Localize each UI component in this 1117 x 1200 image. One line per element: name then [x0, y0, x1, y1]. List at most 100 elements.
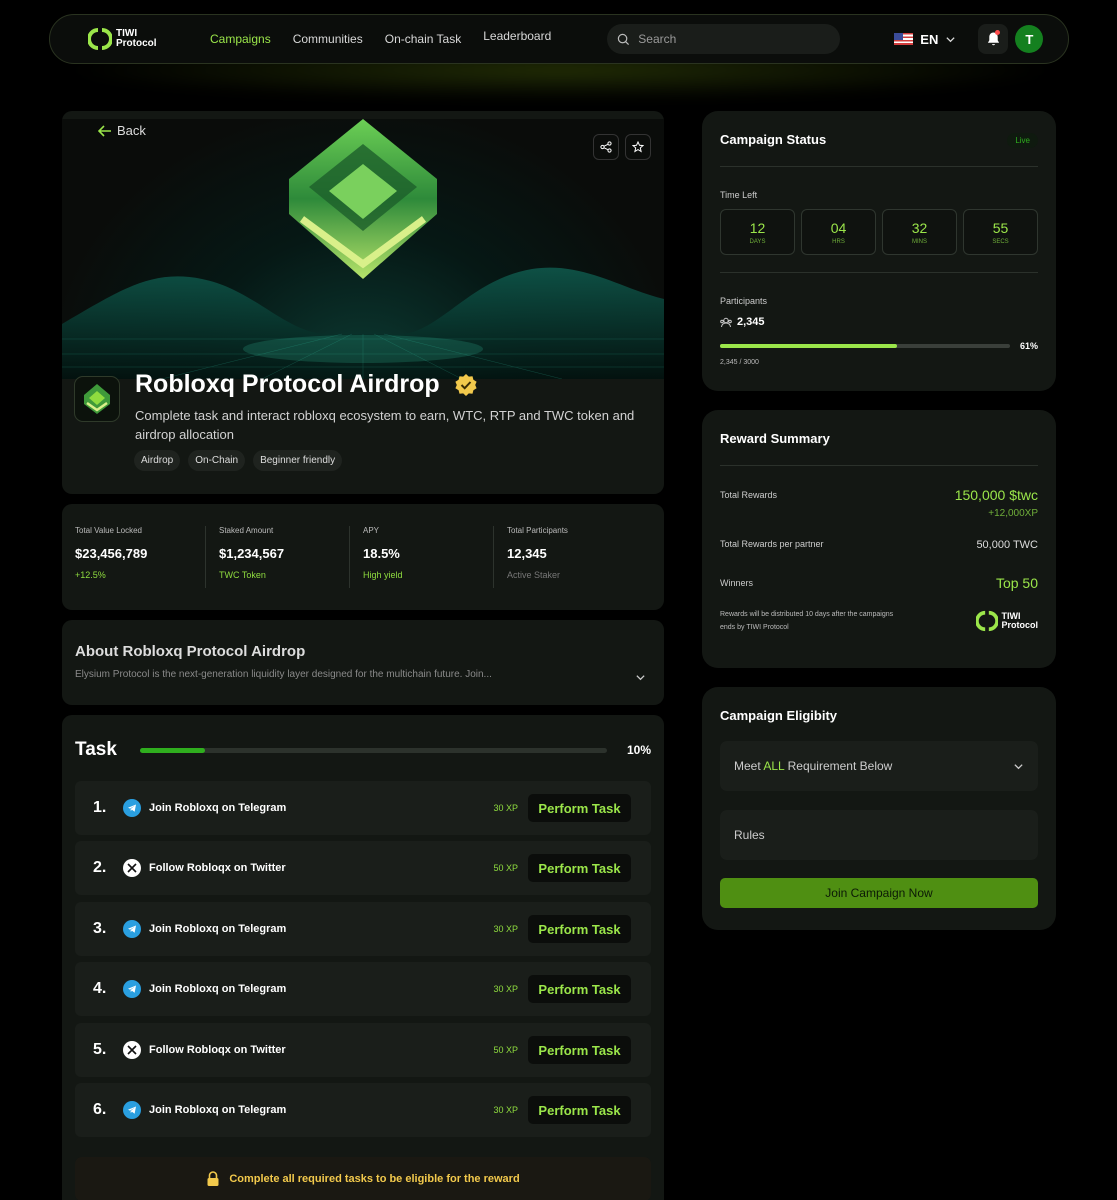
- logo-text: TIWI Protocol: [116, 29, 157, 49]
- tiwi-logo-icon: [87, 27, 113, 51]
- campaign-eligibility-card: Campaign Eligibity Meet ALL Requirement …: [702, 687, 1056, 930]
- about-text: Elysium Protocol is the next-generation …: [75, 669, 492, 680]
- perform-task-button[interactable]: Perform Task: [528, 975, 631, 1003]
- total-rewards-value: 150,000 $twc: [954, 487, 1038, 503]
- task-label: Join Robloxq on Telegram: [149, 983, 287, 995]
- rules-button[interactable]: Rules: [720, 810, 1038, 860]
- tag-beginner-friendly: Beginner friendly: [253, 450, 343, 471]
- nav-link-leaderboard[interactable]: Leaderboard: [483, 29, 551, 46]
- language-selector[interactable]: EN: [894, 32, 956, 47]
- task-label: Join Robloxq on Telegram: [149, 1104, 287, 1116]
- share-button[interactable]: [593, 134, 619, 160]
- telegram-icon: [123, 1101, 141, 1119]
- campaign-status-title: Campaign Status: [720, 132, 827, 147]
- total-rewards-values: 150,000 $twc +12,000XP: [955, 487, 1038, 519]
- partner-rewards-row: Total Rewards per partner 50,000 TWC: [720, 539, 1038, 551]
- task-number: 5.: [93, 1041, 107, 1058]
- arrow-left-icon: [98, 124, 111, 137]
- nav-link-onchain-task[interactable]: On-chain Task: [385, 32, 461, 46]
- live-badge: Live: [1007, 133, 1038, 148]
- lock-icon: [207, 1171, 219, 1186]
- star-icon: [632, 141, 644, 153]
- perform-task-button[interactable]: Perform Task: [528, 794, 631, 822]
- timer-unit: HRS: [832, 238, 845, 245]
- nav-link-campaigns[interactable]: Campaigns: [210, 32, 271, 46]
- favorite-button[interactable]: [625, 134, 651, 160]
- winners-row: Winners Top 50: [720, 575, 1038, 591]
- timer-days: 12 DAYS: [720, 209, 795, 255]
- timer-value: 04: [830, 219, 847, 236]
- participants-value: 2,345: [737, 316, 765, 328]
- task-xp: 30 XP: [493, 803, 518, 813]
- task-row: 5. Follow Robloqx on Twitter 50 XP Perfo…: [75, 1023, 651, 1077]
- campaign-status-card: Campaign Status Live Time Left 12 DAYS 04…: [702, 111, 1056, 391]
- participants-caption: 2,345 / 3000: [720, 359, 759, 366]
- task-xp: 30 XP: [493, 984, 518, 994]
- task-progress-fill: [139, 747, 206, 753]
- back-label: Back: [117, 123, 146, 138]
- timer-hours: 04 HRS: [801, 209, 876, 255]
- chevron-down-icon: [636, 675, 645, 681]
- task-number: 2.: [93, 859, 107, 876]
- perform-task-button[interactable]: Perform Task: [528, 1096, 631, 1124]
- stat-label: Staked Amount: [219, 526, 274, 535]
- notifications-button[interactable]: [978, 24, 1009, 54]
- task-row: 4. Join Robloxq on Telegram 30 XP Perfor…: [75, 962, 651, 1016]
- divider: [720, 166, 1038, 167]
- task-label: Follow Robloqx on Twitter: [149, 862, 286, 874]
- campaign-banner-image: [62, 119, 664, 380]
- tag-airdrop: Airdrop: [134, 450, 181, 471]
- task-xp: 50 XP: [493, 1045, 518, 1055]
- participants-percent: 61%: [1019, 341, 1038, 351]
- telegram-icon: [123, 920, 141, 938]
- tiwi-logo-text: TIWI Protocol: [1001, 612, 1038, 630]
- search-input[interactable]: [638, 32, 819, 46]
- stat-sub: TWC Token: [219, 570, 266, 580]
- task-xp: 30 XP: [493, 924, 518, 934]
- back-button[interactable]: Back: [98, 123, 146, 138]
- nav-link-communities[interactable]: Communities: [293, 32, 363, 46]
- task-number: 1.: [93, 799, 107, 816]
- stat-value: $1,234,567: [219, 546, 285, 561]
- us-flag-icon: [894, 33, 914, 45]
- task-row: 3. Join Robloxq on Telegram 30 XP Perfor…: [75, 902, 651, 956]
- join-campaign-button[interactable]: Join Campaign Now: [720, 878, 1038, 908]
- stat-value: 12,345: [507, 546, 547, 561]
- timer-unit: SECS: [992, 238, 1009, 245]
- timer-value: 32: [911, 219, 928, 236]
- stat-label: Total Value Locked: [75, 526, 143, 535]
- partner-rewards-value: 50,000 TWC: [976, 539, 1038, 551]
- distribution-note: Rewards will be distributed 10 days afte…: [720, 611, 894, 631]
- share-icon: [600, 141, 612, 153]
- navbar: TIWI Protocol Campaigns Communities On-c…: [49, 14, 1069, 64]
- participants-progress-bar: [720, 344, 1010, 348]
- task-label: Follow Robloqx on Twitter: [149, 1044, 286, 1056]
- task-number: 4.: [93, 980, 107, 997]
- timer-value: 12: [749, 219, 766, 236]
- search-box[interactable]: [607, 24, 841, 54]
- lock-notice-text: Complete all required tasks to be eligib…: [229, 1173, 520, 1185]
- participants-progress-fill: [720, 344, 897, 348]
- tiwi-logo[interactable]: TIWI Protocol: [87, 27, 208, 51]
- avatar[interactable]: T: [1015, 25, 1044, 53]
- requirements-dropdown[interactable]: Meet ALL Requirement Below: [720, 741, 1038, 791]
- stat-sub: High yield: [363, 570, 403, 580]
- requirements-prefix: Meet: [734, 759, 764, 773]
- participants-progress: 61%: [720, 341, 1038, 351]
- perform-task-button[interactable]: Perform Task: [528, 854, 631, 882]
- winners-value: Top 50: [995, 575, 1038, 591]
- users-icon: [720, 317, 732, 327]
- perform-task-button[interactable]: Perform Task: [528, 1036, 631, 1064]
- task-row: 6. Join Robloxq on Telegram 30 XP Perfor…: [75, 1083, 651, 1137]
- stat-total-participants: Total Participants 12,345 Active Staker: [493, 526, 651, 588]
- timer-value: 55: [992, 219, 1009, 236]
- logo-line2: Protocol: [116, 38, 157, 49]
- partner-rewards-label: Total Rewards per partner: [720, 539, 824, 549]
- telegram-icon: [123, 980, 141, 998]
- campaign-hero-card: Back Robloxq Protocol Airdrop Complete t…: [62, 111, 664, 494]
- tiwi-protocol-logo: TIWI Protocol: [976, 610, 1038, 632]
- tiwi-logo-line2: Protocol: [1001, 620, 1038, 630]
- about-accordion[interactable]: About Robloxq Protocol Airdrop Elysium P…: [62, 620, 664, 705]
- lock-notice: Complete all required tasks to be eligib…: [75, 1157, 651, 1200]
- perform-task-button[interactable]: Perform Task: [528, 915, 631, 943]
